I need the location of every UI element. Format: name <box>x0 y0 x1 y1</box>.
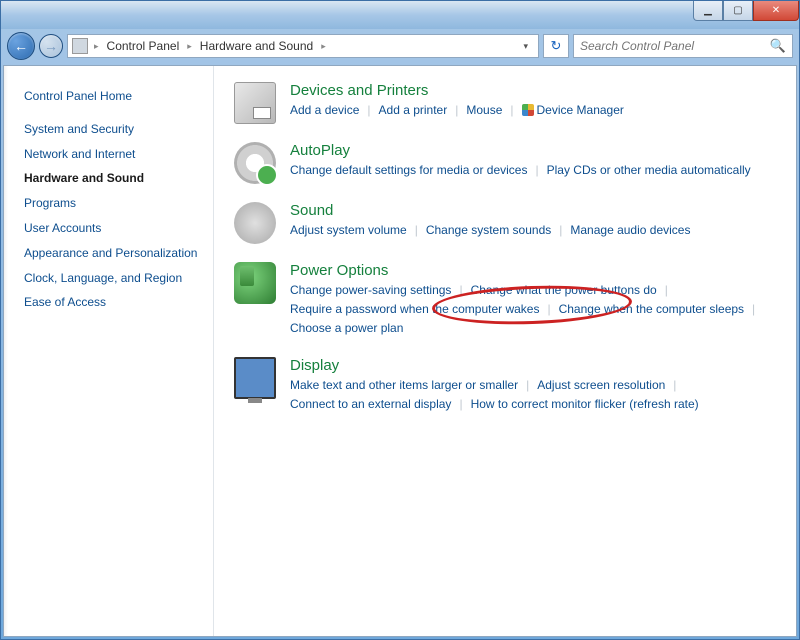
separator: | <box>551 221 570 240</box>
task-link[interactable]: Require a password when the computer wak… <box>290 300 539 319</box>
category-power-options: Power Options Change power-saving setting… <box>234 262 776 339</box>
task-link[interactable]: Choose a power plan <box>290 319 403 338</box>
arrow-left-icon: ← <box>14 38 28 54</box>
window-controls: ▁ ▢ ✕ <box>693 1 799 21</box>
sidebar-item-user-accounts[interactable]: User Accounts <box>24 216 205 241</box>
separator: | <box>744 300 763 319</box>
separator: | <box>407 221 426 240</box>
separator: | <box>451 395 470 414</box>
category-devices-and-printers: Devices and PrintersAdd a device|Add a p… <box>234 82 776 124</box>
task-link[interactable]: Mouse <box>466 101 502 120</box>
category-title[interactable]: Display <box>290 357 776 374</box>
titlebar: ▁ ▢ ✕ <box>1 1 799 29</box>
breadcrumb[interactable]: ▸ Control Panel ▸ Hardware and Sound ▸ ▾ <box>67 34 539 58</box>
display-icon <box>234 357 276 399</box>
separator: | <box>527 161 546 180</box>
main-panel: Devices and PrintersAdd a device|Add a p… <box>214 66 796 636</box>
separator: | <box>539 300 558 319</box>
task-link[interactable]: Change when the computer sleeps <box>559 300 744 319</box>
chevron-right-icon: ▸ <box>90 41 103 52</box>
back-button[interactable]: ← <box>7 32 35 60</box>
shield-icon <box>522 104 534 116</box>
separator: | <box>447 101 466 120</box>
task-link[interactable]: Device Manager <box>522 101 624 120</box>
minimize-button[interactable]: ▁ <box>693 1 723 21</box>
search-box[interactable]: 🔍 <box>573 34 793 58</box>
content-area: Control Panel Home System and SecurityNe… <box>3 65 797 637</box>
task-link[interactable]: Add a printer <box>379 101 448 120</box>
sidebar-item-hardware-and-sound[interactable]: Hardware and Sound <box>24 166 205 191</box>
sidebar-item-programs[interactable]: Programs <box>24 191 205 216</box>
task-link[interactable]: Change power-saving settings <box>290 281 451 300</box>
separator: | <box>657 281 676 300</box>
search-icon: 🔍 <box>770 38 786 54</box>
separator: | <box>502 101 521 120</box>
navbar: ← → ▸ Control Panel ▸ Hardware and Sound… <box>1 29 799 63</box>
sidebar-home[interactable]: Control Panel Home <box>24 84 205 109</box>
sidebar-item-network-and-internet[interactable]: Network and Internet <box>24 142 205 167</box>
chevron-right-icon: ▸ <box>317 41 330 52</box>
separator: | <box>665 376 684 395</box>
separator: | <box>359 101 378 120</box>
arrow-right-icon: → <box>44 38 58 54</box>
task-link[interactable]: Change system sounds <box>426 221 551 240</box>
task-link[interactable]: Change what the power buttons do <box>471 281 657 300</box>
category-autoplay: AutoPlay Change default settings for medi… <box>234 142 776 184</box>
maximize-button[interactable]: ▢ <box>723 1 753 21</box>
close-button[interactable]: ✕ <box>753 1 799 21</box>
sidebar: Control Panel Home System and SecurityNe… <box>4 66 214 636</box>
category-display: Display Make text and other items larger … <box>234 357 776 414</box>
refresh-button[interactable]: ↻ <box>543 34 569 58</box>
task-link[interactable]: Play CDs or other media automatically <box>547 161 751 180</box>
separator: | <box>451 281 470 300</box>
category-title[interactable]: AutoPlay <box>290 142 776 159</box>
sidebar-item-ease-of-access[interactable]: Ease of Access <box>24 290 205 315</box>
devices-icon <box>234 82 276 124</box>
category-title[interactable]: Power Options <box>290 262 776 279</box>
sidebar-item-clock-language-and-region[interactable]: Clock, Language, and Region <box>24 266 205 291</box>
control-panel-window: ▁ ▢ ✕ ← → ▸ Control Panel ▸ Hardware and… <box>0 0 800 640</box>
sidebar-item-system-and-security[interactable]: System and Security <box>24 117 205 142</box>
task-link[interactable]: Adjust system volume <box>290 221 407 240</box>
task-link[interactable]: Make text and other items larger or smal… <box>290 376 518 395</box>
task-link[interactable]: Add a device <box>290 101 359 120</box>
task-link[interactable]: Connect to an external display <box>290 395 451 414</box>
autoplay-icon <box>234 142 276 184</box>
control-panel-icon <box>72 38 88 54</box>
search-input[interactable] <box>580 39 770 53</box>
category-title[interactable]: Sound <box>290 202 776 219</box>
separator: | <box>518 376 537 395</box>
category-sound: SoundAdjust system volume|Change system … <box>234 202 776 244</box>
breadcrumb-dropdown[interactable]: ▾ <box>517 41 534 52</box>
category-title[interactable]: Devices and Printers <box>290 82 776 99</box>
sidebar-item-appearance-and-personalization[interactable]: Appearance and Personalization <box>24 241 205 266</box>
power-icon <box>234 262 276 304</box>
chevron-right-icon: ▸ <box>183 41 196 52</box>
forward-button[interactable]: → <box>39 34 63 58</box>
breadcrumb-current[interactable]: Hardware and Sound <box>198 39 315 53</box>
task-link[interactable]: Adjust screen resolution <box>537 376 665 395</box>
task-link[interactable]: Change default settings for media or dev… <box>290 161 527 180</box>
refresh-icon: ↻ <box>551 38 562 54</box>
task-link[interactable]: Manage audio devices <box>570 221 690 240</box>
breadcrumb-root[interactable]: Control Panel <box>105 39 182 53</box>
sound-icon <box>234 202 276 244</box>
task-link[interactable]: How to correct monitor flicker (refresh … <box>471 395 699 414</box>
